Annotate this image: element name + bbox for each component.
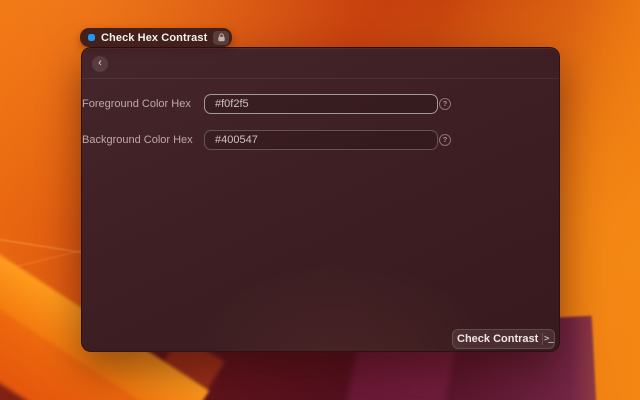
enter-shortcut-icon: >_ <box>543 334 554 344</box>
check-hex-contrast-window: ‹ Foreground Color Hex ? Background Colo… <box>81 47 560 352</box>
check-contrast-button[interactable]: Check Contrast >_ <box>452 329 555 349</box>
check-contrast-label: Check Contrast <box>453 333 542 345</box>
background-color-input[interactable] <box>204 130 438 150</box>
background-color-label: Background Color Hex <box>82 134 190 146</box>
background-help-icon[interactable]: ? <box>439 134 451 146</box>
foreground-help-icon[interactable]: ? <box>439 98 451 110</box>
foreground-color-input[interactable] <box>204 94 438 114</box>
command-title: Check Hex Contrast <box>101 32 207 44</box>
back-button[interactable]: ‹ <box>92 56 108 72</box>
command-toast: Check Hex Contrast <box>80 28 232 47</box>
wallpaper-right-glow <box>570 0 640 400</box>
chevron-left-icon: ‹ <box>98 57 102 69</box>
window-header: ‹ <box>82 48 559 79</box>
lock-icon <box>213 31 229 45</box>
extension-dot-icon <box>88 34 95 41</box>
foreground-color-label: Foreground Color Hex <box>82 98 190 110</box>
